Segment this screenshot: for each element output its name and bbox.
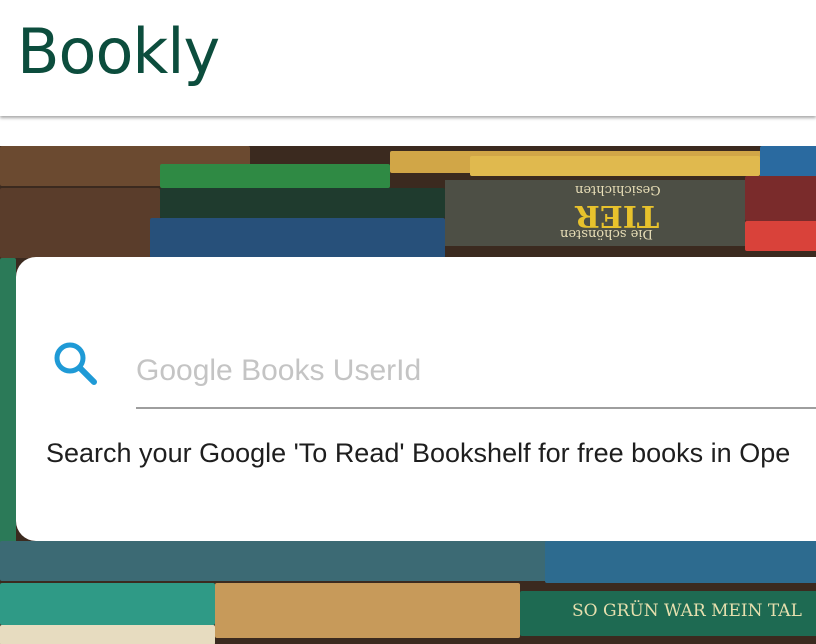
google-books-userid-input[interactable] xyxy=(136,335,816,409)
book-spine xyxy=(545,541,816,583)
book-spine xyxy=(215,583,520,638)
app: Bookly Gesichichten TIER Die schönsten S… xyxy=(0,0,816,644)
book-spine xyxy=(0,625,215,644)
search-icon[interactable] xyxy=(50,338,102,390)
book-spine xyxy=(0,188,160,258)
book-spine-text: Gesichichten xyxy=(575,182,661,197)
book-spine xyxy=(745,221,816,251)
book-spine xyxy=(160,188,445,218)
search-hint-text: Search your Google 'To Read' Bookshelf f… xyxy=(46,438,791,468)
book-spine xyxy=(0,258,16,548)
book-spine xyxy=(160,164,390,188)
book-spine xyxy=(150,218,445,258)
book-spine-text: Die schönsten xyxy=(560,226,653,241)
brand-title: Bookly xyxy=(17,15,220,88)
app-header: Bookly xyxy=(0,0,816,116)
book-spine xyxy=(0,583,215,625)
book-spine xyxy=(470,156,760,176)
book-spine xyxy=(0,541,560,581)
book-spine-text: SO GRÜN WAR MEIN TAL xyxy=(572,601,802,621)
book-spine xyxy=(745,176,816,221)
